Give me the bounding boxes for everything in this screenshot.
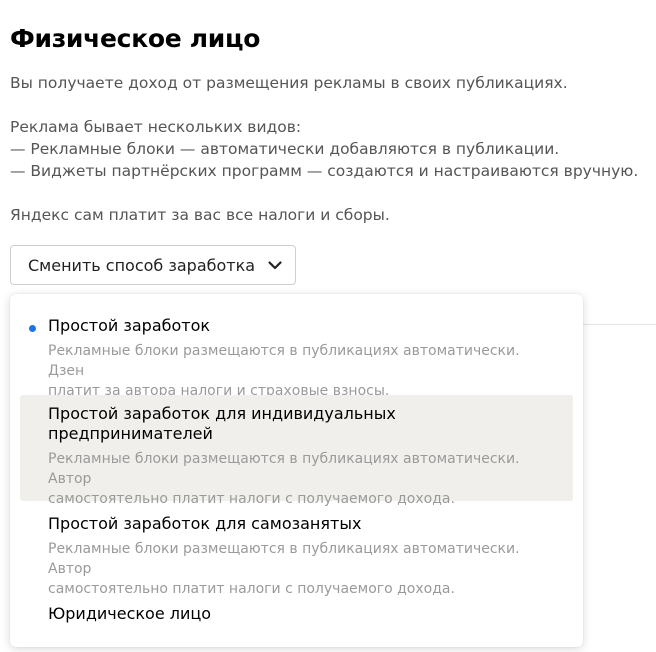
description-line: — Рекламные блоки — автоматически добавл… <box>10 140 560 158</box>
option-name: Простой заработок для индивидуальных пре… <box>48 404 557 444</box>
option-simple-earning[interactable]: Простой заработок Рекламные блоки размещ… <box>20 316 573 399</box>
option-description: Рекламные блоки размещаются в публикация… <box>48 539 557 599</box>
option-name: Простой заработок для самозанятых <box>48 514 362 533</box>
option-description-line: Рекламные блоки размещаются в публикация… <box>48 451 520 487</box>
selected-dot-icon <box>29 325 36 332</box>
option-legal-entity[interactable]: Юридическое лицо <box>20 604 573 628</box>
option-description-line: самостоятельно платит налоги с получаемо… <box>48 581 455 597</box>
option-name: Простой заработок <box>48 316 211 335</box>
option-name-line: Простой заработок для индивидуальных <box>48 404 396 423</box>
option-name: Юридическое лицо <box>48 604 212 623</box>
description-line: — Виджеты партнёрских программ — создают… <box>10 162 639 180</box>
description-line: Яндекс сам платит за вас все налоги и сб… <box>10 206 390 224</box>
change-earning-method-label: Сменить способ заработка <box>28 255 256 275</box>
description-line: Вы получаете доход от размещения рекламы… <box>10 74 568 92</box>
option-description-line: Рекламные блоки размещаются в публикация… <box>48 343 520 379</box>
chevron-down-icon <box>267 257 283 273</box>
description-line: Реклама бывает нескольких видов: <box>10 118 302 136</box>
option-description: Рекламные блоки размещаются в публикация… <box>48 341 557 401</box>
option-description-line: Рекламные блоки размещаются в публикация… <box>48 541 520 577</box>
option-description: Рекламные блоки размещаются в публикация… <box>48 449 557 509</box>
change-earning-method-button[interactable]: Сменить способ заработка <box>10 245 296 285</box>
option-simple-earning-self-employed[interactable]: Простой заработок для самозанятых Реклам… <box>20 514 573 597</box>
page: Физическое лицо Вы получаете доход от ра… <box>0 0 656 652</box>
option-simple-earning-ip[interactable]: Простой заработок для индивидуальных пре… <box>20 395 573 507</box>
option-name-line: предпринимателей <box>48 424 213 443</box>
earning-method-dropdown: Простой заработок Рекламные блоки размещ… <box>10 294 583 647</box>
option-description-line: самостоятельно платит налоги с получаемо… <box>48 491 455 507</box>
description: Вы получаете доход от размещения рекламы… <box>10 72 650 226</box>
page-title: Физическое лицо <box>10 24 261 53</box>
divider <box>583 324 656 325</box>
